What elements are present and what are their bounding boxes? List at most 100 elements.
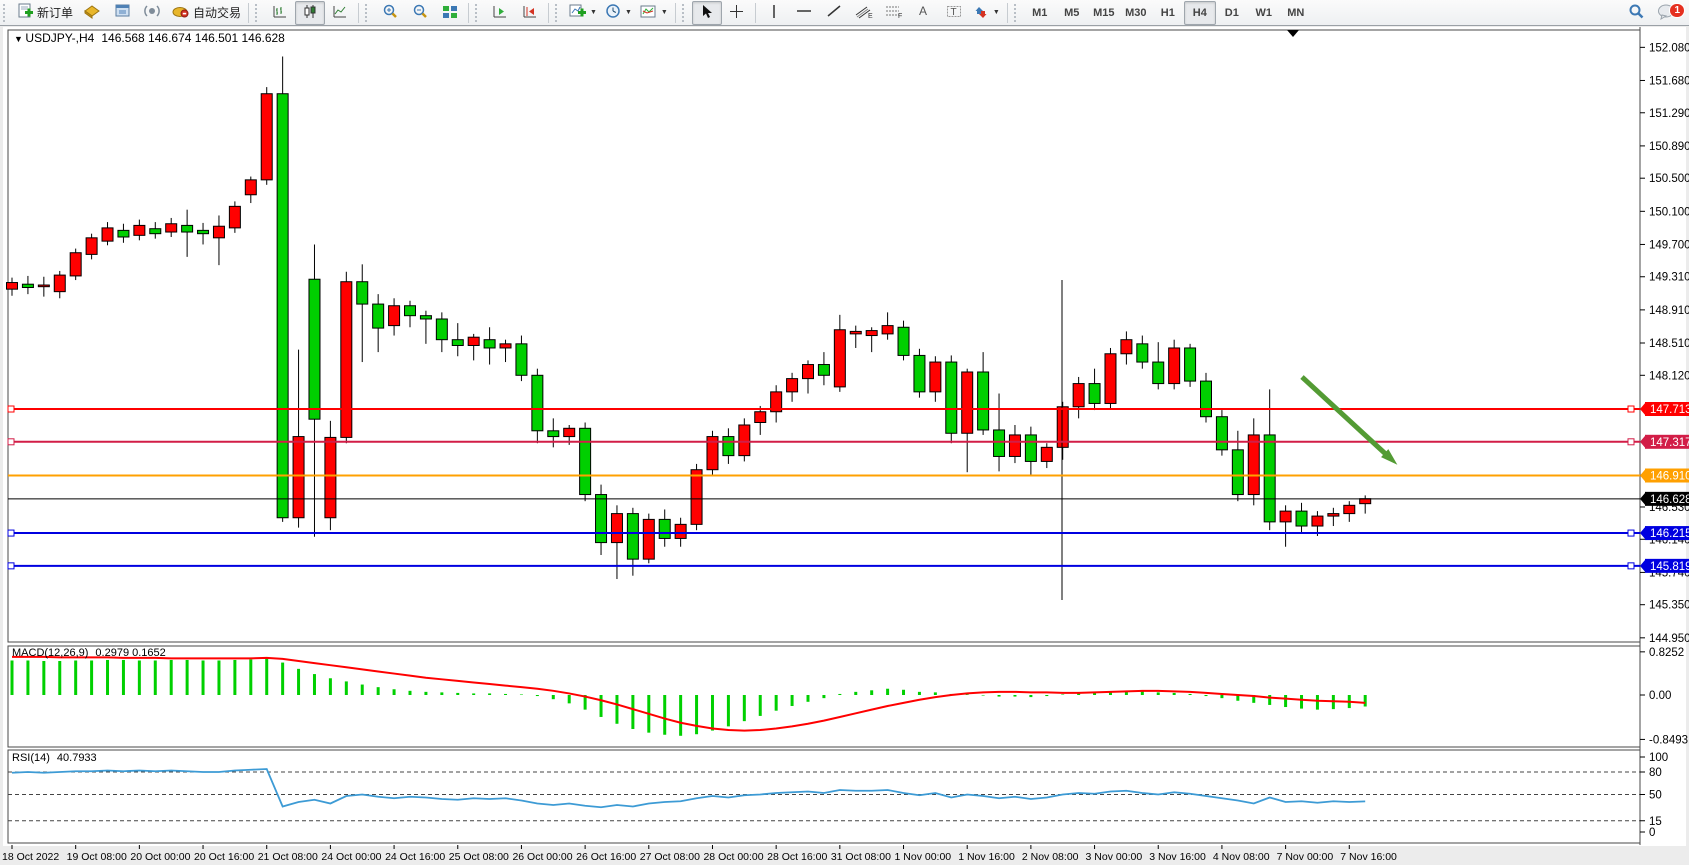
collapse-triangle-icon: ▼ <box>14 34 25 44</box>
autotrade-icon <box>171 3 190 22</box>
line-handle <box>8 530 14 536</box>
candle-body <box>882 326 893 334</box>
line-handle <box>1628 439 1634 445</box>
market-watch-button[interactable] <box>77 1 107 25</box>
svg-text:E: E <box>868 13 873 19</box>
channel-tool-button[interactable]: E <box>849 1 879 25</box>
vertical-line-tool-button[interactable] <box>759 1 789 25</box>
candle-body <box>930 362 941 392</box>
horizontal-line-tool-button[interactable] <box>789 1 819 25</box>
timeframe-d1-button[interactable]: D1 <box>1216 1 1248 25</box>
data-window-icon <box>114 3 131 22</box>
equidistant-channel-icon: E <box>855 4 873 22</box>
auto-scroll-button[interactable] <box>515 1 545 25</box>
svg-text:3 Nov 16:00: 3 Nov 16:00 <box>1149 851 1206 863</box>
svg-text:150.100: 150.100 <box>1649 206 1689 218</box>
candle-body <box>1025 435 1036 462</box>
clock-icon <box>605 3 621 22</box>
line-handle <box>8 406 14 412</box>
template-icon <box>640 4 657 22</box>
candle-body <box>580 428 591 494</box>
svg-text:A: A <box>919 4 927 18</box>
chart-area[interactable]: 152.080151.680151.290150.890150.500150.1… <box>0 0 1689 865</box>
svg-text:100: 100 <box>1649 752 1668 764</box>
timeframe-h1-button[interactable]: H1 <box>1152 1 1184 25</box>
candle-body <box>229 206 240 228</box>
candle-body <box>1137 344 1148 362</box>
svg-text:50: 50 <box>1649 790 1662 802</box>
timeframe-m5-button[interactable]: M5 <box>1056 1 1088 25</box>
candle-body <box>38 285 49 287</box>
vertical-line-icon <box>768 4 780 22</box>
timeframe-m15-button[interactable]: M15 <box>1088 1 1120 25</box>
svg-text:145.350: 145.350 <box>1649 600 1689 612</box>
svg-text:0.00: 0.00 <box>1649 690 1671 702</box>
candle-body <box>1153 362 1164 384</box>
candle-body <box>325 437 336 517</box>
svg-text:145.819: 145.819 <box>1650 561 1689 573</box>
candle-body <box>309 279 320 419</box>
search-button[interactable] <box>1621 1 1651 25</box>
svg-text:147.713: 147.713 <box>1650 404 1689 416</box>
candle-body <box>452 340 463 346</box>
candle-body <box>564 428 575 436</box>
cursor-tool-button[interactable] <box>692 1 722 25</box>
candlestick-mode-button[interactable] <box>295 1 325 25</box>
candle-body <box>277 94 288 518</box>
text-icon: A <box>917 4 930 21</box>
zoom-out-button[interactable] <box>405 1 435 25</box>
timeframe-mn-button[interactable]: MN <box>1280 1 1312 25</box>
crosshair-tool-button[interactable] <box>722 1 752 25</box>
candle-body <box>468 337 479 345</box>
line-chart-mode-button[interactable] <box>325 1 355 25</box>
line-handle <box>8 439 14 445</box>
timeframe-m30-button[interactable]: M30 <box>1120 1 1152 25</box>
candle-body <box>1073 384 1084 407</box>
price-badge: 147.317 <box>1640 435 1689 449</box>
zoom-out-icon <box>412 3 429 22</box>
new-order-icon <box>17 3 34 23</box>
data-window-button[interactable] <box>107 1 137 25</box>
candle-body <box>787 379 798 392</box>
new-order-button[interactable]: 新订单 <box>13 1 77 25</box>
template-button[interactable]: ▼ <box>636 1 672 25</box>
svg-text:150.890: 150.890 <box>1649 141 1689 153</box>
bar-chart-mode-button[interactable] <box>265 1 295 25</box>
candle-body <box>7 283 18 290</box>
candle-body <box>691 470 702 525</box>
candle-body <box>834 330 845 387</box>
period-button[interactable]: ▼ <box>601 1 636 25</box>
add-indicator-icon <box>569 3 586 22</box>
timeframe-w1-button[interactable]: W1 <box>1248 1 1280 25</box>
candle-body <box>436 319 447 340</box>
candle-body <box>946 362 957 433</box>
zoom-in-button[interactable] <box>375 1 405 25</box>
timeframe-h4-button[interactable]: H4 <box>1184 1 1216 25</box>
price-badge: 146.910 <box>1640 469 1689 483</box>
chart-shift-button[interactable] <box>485 1 515 25</box>
bar-chart-icon <box>272 4 288 22</box>
add-indicator-button[interactable]: ▼ <box>565 1 601 25</box>
dropdown-caret: ▼ <box>590 9 597 16</box>
candle-body <box>1185 348 1196 381</box>
svg-text:-0.8493: -0.8493 <box>1649 734 1688 746</box>
line-chart-icon <box>332 4 348 22</box>
candle-body <box>405 306 416 316</box>
autotrade-button[interactable]: 自动交易 <box>167 1 245 25</box>
text-label-tool-button[interactable]: T <box>939 1 969 25</box>
timeframe-m1-button[interactable]: M1 <box>1024 1 1056 25</box>
trendline-tool-button[interactable] <box>819 1 849 25</box>
horizontal-line-icon <box>796 4 812 21</box>
candle-body <box>1201 381 1212 417</box>
notifications-button[interactable]: 1 <box>1651 1 1681 25</box>
text-label-icon: T <box>946 4 962 22</box>
fibonacci-tool-button[interactable]: F <box>879 1 909 25</box>
svg-text:20 Oct 16:00: 20 Oct 16:00 <box>194 851 254 863</box>
candle-body <box>420 316 431 319</box>
text-tool-button[interactable]: A <box>909 1 939 25</box>
arrows-tool-button[interactable]: ▼ <box>969 1 1004 25</box>
tile-windows-button[interactable] <box>435 1 465 25</box>
price-badge: 145.819 <box>1640 559 1689 573</box>
navigator-button[interactable] <box>137 1 167 25</box>
price-badge: 146.628 <box>1640 492 1689 506</box>
